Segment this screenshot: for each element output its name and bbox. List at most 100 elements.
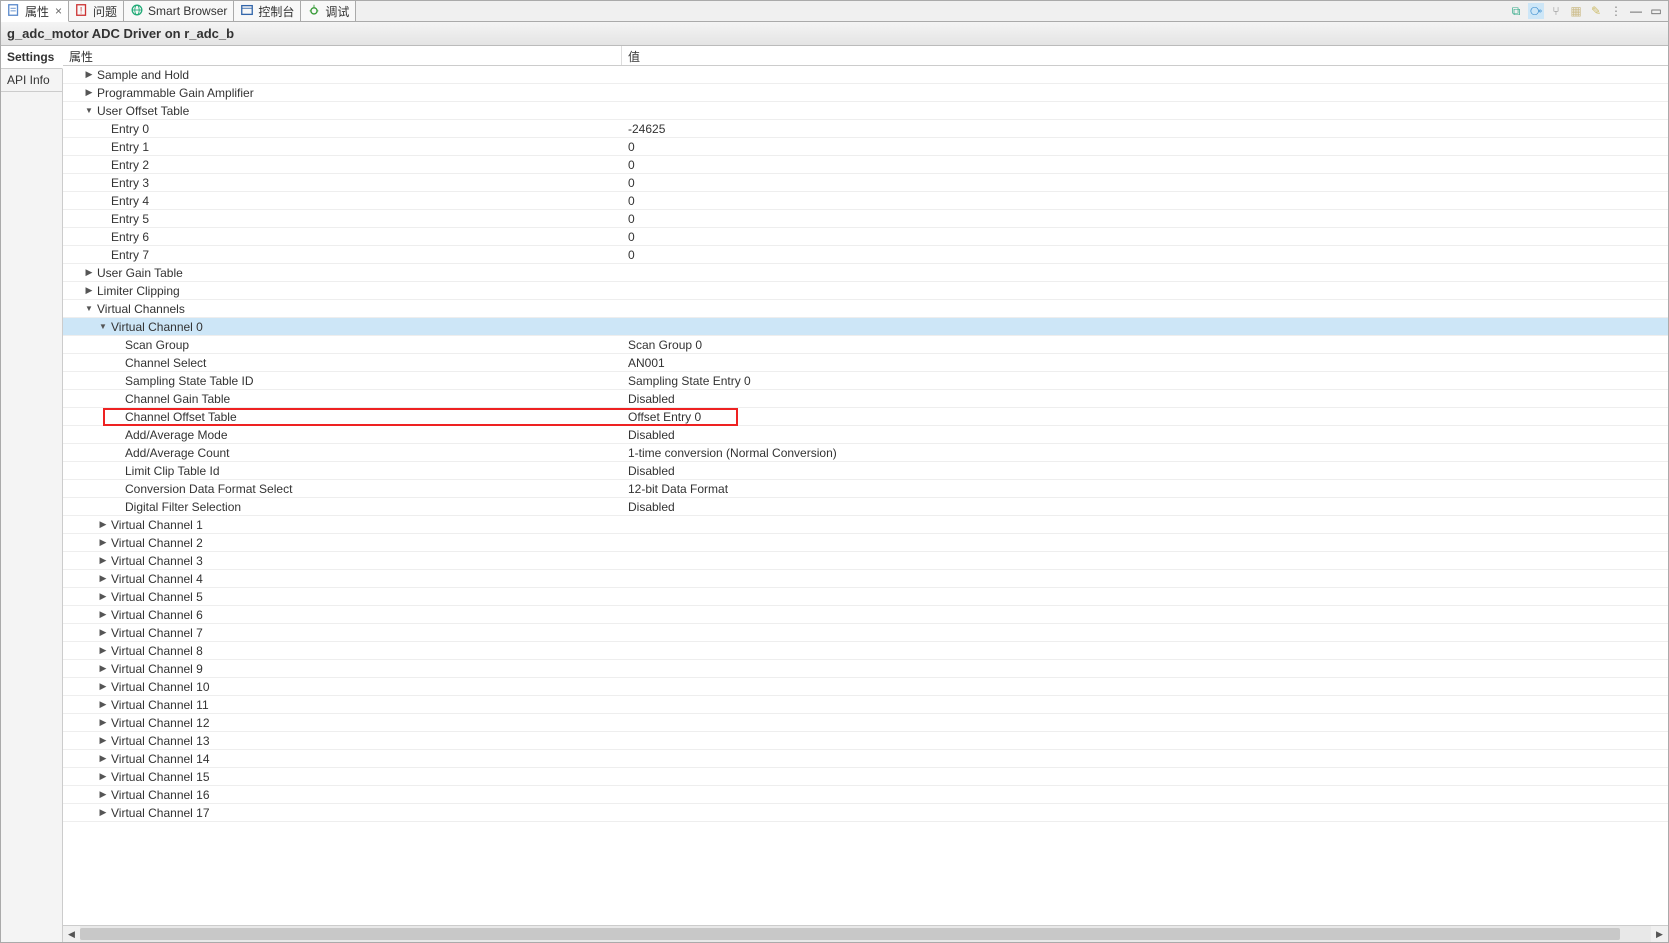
property-value[interactable]: 12-bit Data Format (622, 482, 1668, 496)
scroll-right-icon[interactable]: ▶ (1651, 926, 1668, 942)
table-row[interactable]: ▶Virtual Channel 3 (63, 552, 1668, 570)
table-row[interactable]: Sampling State Table IDSampling State En… (63, 372, 1668, 390)
chevron-right-icon[interactable]: ▶ (97, 717, 109, 728)
table-row[interactable]: Entry 50 (63, 210, 1668, 228)
side-tab-settings[interactable]: Settings (1, 46, 63, 69)
scroll-thumb[interactable] (80, 928, 1620, 940)
view-tab-smart[interactable]: Smart Browser (124, 1, 234, 21)
table-row[interactable]: ▶Virtual Channel 4 (63, 570, 1668, 588)
table-row[interactable]: ▶Virtual Channel 17 (63, 804, 1668, 822)
chevron-right-icon[interactable]: ▶ (97, 555, 109, 566)
table-row[interactable]: ▶Limiter Clipping (63, 282, 1668, 300)
table-row[interactable]: ▶Virtual Channel 7 (63, 624, 1668, 642)
table-row[interactable]: Scan GroupScan Group 0 (63, 336, 1668, 354)
table-row[interactable]: ▼User Offset Table (63, 102, 1668, 120)
table-row[interactable]: Entry 40 (63, 192, 1668, 210)
property-value[interactable]: 0 (622, 212, 1668, 226)
new-view-icon[interactable]: ⧉ (1508, 3, 1524, 19)
table-row[interactable]: ▶Virtual Channel 1 (63, 516, 1668, 534)
table-row[interactable]: ▶Virtual Channel 6 (63, 606, 1668, 624)
tree-icon[interactable]: ⧂ (1528, 3, 1544, 19)
property-value[interactable]: Scan Group 0 (622, 338, 1668, 352)
property-value[interactable]: 0 (622, 140, 1668, 154)
table-row[interactable]: ▶User Gain Table (63, 264, 1668, 282)
property-value[interactable]: Disabled (622, 500, 1668, 514)
property-value[interactable]: Disabled (622, 428, 1668, 442)
chevron-right-icon[interactable]: ▶ (97, 591, 109, 602)
view-tab-props[interactable]: 属性× (1, 1, 69, 22)
table-row[interactable]: ▶Sample and Hold (63, 66, 1668, 84)
property-value[interactable]: 0 (622, 194, 1668, 208)
table-row[interactable]: Limit Clip Table IdDisabled (63, 462, 1668, 480)
maximize-icon[interactable]: ▭ (1648, 3, 1664, 19)
table-row[interactable]: ▶Virtual Channel 5 (63, 588, 1668, 606)
chevron-down-icon[interactable]: ▼ (83, 106, 95, 115)
chevron-right-icon[interactable]: ▶ (97, 699, 109, 710)
table-row[interactable]: ▶Virtual Channel 9 (63, 660, 1668, 678)
table-row[interactable]: ▶Virtual Channel 11 (63, 696, 1668, 714)
table-row[interactable]: ▼Virtual Channels (63, 300, 1668, 318)
chevron-right-icon[interactable]: ▶ (97, 573, 109, 584)
property-value[interactable]: 0 (622, 248, 1668, 262)
table-row[interactable]: Channel Offset TableOffset Entry 0 (63, 408, 1668, 426)
chevron-right-icon[interactable]: ▶ (97, 609, 109, 620)
table-row[interactable]: ▶Virtual Channel 8 (63, 642, 1668, 660)
chevron-down-icon[interactable]: ▼ (97, 322, 109, 331)
table-row[interactable]: Add/Average Count1-time conversion (Norm… (63, 444, 1668, 462)
chevron-right-icon[interactable]: ▶ (97, 645, 109, 656)
chevron-right-icon[interactable]: ▶ (83, 69, 95, 80)
table-row[interactable]: ▶Virtual Channel 16 (63, 786, 1668, 804)
chevron-right-icon[interactable]: ▶ (97, 627, 109, 638)
column-header-property[interactable]: 属性 (63, 46, 622, 65)
table-row[interactable]: ▼Virtual Channel 0 (63, 318, 1668, 336)
chevron-right-icon[interactable]: ▶ (97, 735, 109, 746)
view-tab-problems[interactable]: !问题 (69, 1, 124, 21)
chevron-right-icon[interactable]: ▶ (97, 753, 109, 764)
chevron-right-icon[interactable]: ▶ (97, 771, 109, 782)
categories-icon[interactable]: ▦ (1568, 3, 1584, 19)
property-value[interactable]: 0 (622, 158, 1668, 172)
table-row[interactable]: Entry 0-24625 (63, 120, 1668, 138)
scroll-track[interactable] (80, 926, 1651, 942)
property-value[interactable]: Offset Entry 0 (622, 410, 1668, 424)
table-row[interactable]: ▶Virtual Channel 14 (63, 750, 1668, 768)
view-tab-console[interactable]: 控制台 (234, 1, 301, 21)
chevron-right-icon[interactable]: ▶ (97, 681, 109, 692)
table-row[interactable]: ▶Virtual Channel 2 (63, 534, 1668, 552)
table-row[interactable]: Channel SelectAN001 (63, 354, 1668, 372)
table-row[interactable]: Conversion Data Format Select12-bit Data… (63, 480, 1668, 498)
pin-icon[interactable]: ✎ (1588, 3, 1604, 19)
table-row[interactable]: Entry 30 (63, 174, 1668, 192)
table-row[interactable]: Entry 10 (63, 138, 1668, 156)
chevron-right-icon[interactable]: ▶ (83, 285, 95, 296)
chevron-right-icon[interactable]: ▶ (97, 663, 109, 674)
chevron-right-icon[interactable]: ▶ (97, 789, 109, 800)
horizontal-scrollbar[interactable]: ◀ ▶ (63, 925, 1668, 942)
chevron-right-icon[interactable]: ▶ (83, 87, 95, 98)
property-value[interactable]: 0 (622, 230, 1668, 244)
chevron-right-icon[interactable]: ▶ (97, 519, 109, 530)
property-value[interactable]: Disabled (622, 464, 1668, 478)
menu-icon[interactable]: ⋮ (1608, 3, 1624, 19)
chevron-right-icon[interactable]: ▶ (97, 807, 109, 818)
property-value[interactable]: Disabled (622, 392, 1668, 406)
view-tab-debug[interactable]: 调试 (301, 1, 356, 21)
property-value[interactable]: -24625 (622, 122, 1668, 136)
table-row[interactable]: Entry 70 (63, 246, 1668, 264)
scroll-left-icon[interactable]: ◀ (63, 926, 80, 942)
property-tree[interactable]: ▶Sample and Hold▶Programmable Gain Ampli… (63, 66, 1668, 925)
table-row[interactable]: ▶Virtual Channel 12 (63, 714, 1668, 732)
close-icon[interactable]: × (55, 4, 62, 18)
chevron-down-icon[interactable]: ▼ (83, 304, 95, 313)
table-row[interactable]: Entry 20 (63, 156, 1668, 174)
table-row[interactable]: ▶Programmable Gain Amplifier (63, 84, 1668, 102)
table-row[interactable]: ▶Virtual Channel 15 (63, 768, 1668, 786)
table-row[interactable]: Digital Filter SelectionDisabled (63, 498, 1668, 516)
minimize-icon[interactable]: — (1628, 3, 1644, 19)
table-row[interactable]: Entry 60 (63, 228, 1668, 246)
table-row[interactable]: Channel Gain TableDisabled (63, 390, 1668, 408)
column-header-value[interactable]: 值 (622, 46, 1668, 65)
property-value[interactable]: Sampling State Entry 0 (622, 374, 1668, 388)
property-value[interactable]: 0 (622, 176, 1668, 190)
table-row[interactable]: Add/Average ModeDisabled (63, 426, 1668, 444)
